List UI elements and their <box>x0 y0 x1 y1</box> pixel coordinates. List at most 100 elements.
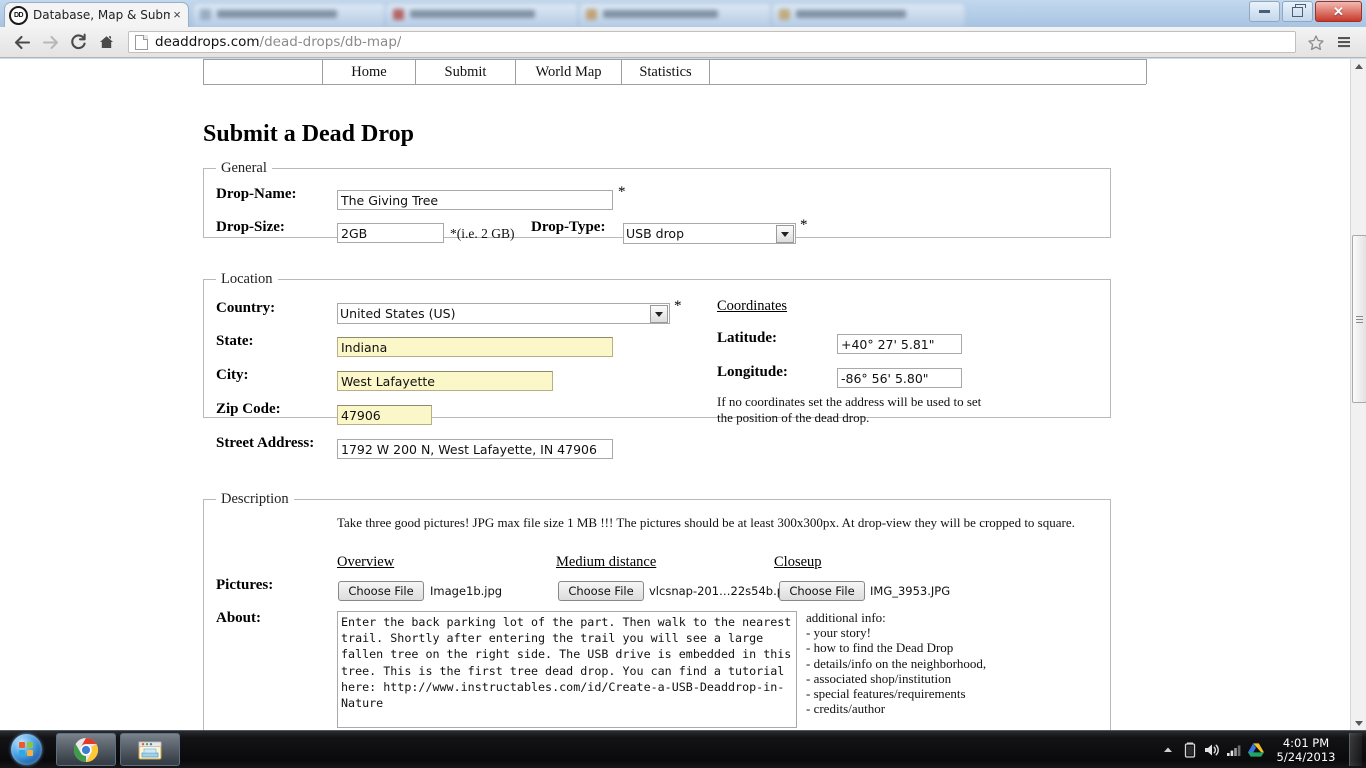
site-nav-item-submit[interactable]: Submit <box>415 59 516 84</box>
location-legend: Location <box>221 271 273 287</box>
additional-info-item: - details/info on the neighborhood, <box>806 655 987 671</box>
url-host: deaddrops.com <box>155 34 260 50</box>
site-nav-item-home[interactable]: Home <box>322 59 416 84</box>
browser-tab-background-1[interactable] <box>192 2 387 27</box>
browser-toolbar: deaddrops.com/dead-drops/db-map/ <box>0 27 1366 58</box>
site-nav-item-statistics[interactable]: Statistics <box>621 59 710 84</box>
choose-file-button-overview[interactable]: Choose File <box>338 581 424 601</box>
windows-start-orb-icon <box>10 734 42 765</box>
chevron-up-icon <box>1354 64 1363 69</box>
clock-date: 5/24/2013 <box>1276 749 1336 764</box>
additional-info-item: - how to find the Dead Drop <box>806 640 954 656</box>
show-hidden-icons-button[interactable] <box>1157 735 1179 765</box>
about-label: About: <box>216 610 262 626</box>
chevron-up-icon <box>1164 747 1172 752</box>
file-explorer-taskbar-button[interactable] <box>120 733 180 766</box>
drop-type-select[interactable]: USB drop <box>623 223 796 244</box>
scrollbar-thumb[interactable] <box>1352 235 1366 403</box>
drop-size-hint: *(i.e. 2 GB) <box>450 226 515 241</box>
browser-window: DD Database, Map & Submit × ✕ deaddrops.… <box>0 0 1366 731</box>
restore-icon <box>1292 3 1306 17</box>
reload-button[interactable] <box>64 29 92 55</box>
page-scrollbar[interactable] <box>1350 59 1366 731</box>
show-desktop-button[interactable] <box>1349 733 1362 766</box>
column-header-medium-distance: Medium distance <box>556 554 657 570</box>
bookmark-button[interactable] <box>1302 29 1330 55</box>
longitude-input[interactable] <box>837 368 962 388</box>
additional-info-item: - special features/requirements <box>806 686 966 702</box>
battery-button[interactable] <box>1179 735 1201 765</box>
file-name-medium: vlcsnap-201…22s54b.p <box>649 584 785 598</box>
tab-close-icon[interactable]: × <box>170 8 184 22</box>
tab-title-blurred <box>217 10 337 18</box>
folder-icon <box>138 741 162 759</box>
close-window-button[interactable]: ✕ <box>1315 1 1362 22</box>
volume-icon <box>1205 744 1219 755</box>
system-tray: 4:01 PM 5/24/2013 <box>1157 731 1366 768</box>
browser-tab-background-3[interactable] <box>578 2 773 27</box>
network-signal-icon <box>1227 744 1241 756</box>
column-header-closeup: Closeup <box>774 554 822 570</box>
site-nav-item-world-map[interactable]: World Map <box>515 59 622 84</box>
latitude-label: Latitude: <box>717 330 777 346</box>
state-input[interactable] <box>337 337 613 357</box>
browser-tab-background-2[interactable] <box>385 2 580 27</box>
drop-size-label: Drop-Size: <box>216 219 285 235</box>
network-button[interactable] <box>1223 735 1245 765</box>
coordinates-hint: If no coordinates set the address will b… <box>717 394 982 425</box>
drop-type-select-wrapper: USB drop <box>623 223 796 244</box>
battery-icon <box>1184 742 1196 758</box>
browser-tab-background-4[interactable] <box>771 2 966 27</box>
street-address-input[interactable] <box>337 439 613 459</box>
back-button[interactable] <box>8 29 36 55</box>
scroll-up-button[interactable] <box>1351 59 1366 74</box>
windows-flag-icon <box>18 742 34 757</box>
additional-info-item: - credits/author <box>806 701 886 717</box>
volume-button[interactable] <box>1201 735 1223 765</box>
home-button[interactable] <box>92 29 120 55</box>
drop-size-input[interactable] <box>337 223 444 243</box>
zip-code-input[interactable] <box>337 405 432 425</box>
page-viewport: Home Submit World Map Statistics Submit … <box>0 59 1366 731</box>
reload-icon <box>70 33 86 50</box>
clock-time: 4:01 PM <box>1282 735 1330 750</box>
tab-favicon-icon <box>586 9 597 20</box>
country-select[interactable]: United States (US) <box>337 303 670 324</box>
pictures-hint: Take three good pictures! JPG max file s… <box>337 515 1075 530</box>
site-navigation: Home Submit World Map Statistics <box>203 59 1147 85</box>
restore-button[interactable] <box>1282 1 1313 22</box>
chevron-down-icon <box>1354 721 1363 726</box>
country-select-wrapper: United States (US) <box>337 303 670 324</box>
start-button[interactable] <box>0 732 52 767</box>
column-header-overview: Overview <box>337 554 395 570</box>
drop-name-required-marker: * <box>618 184 626 200</box>
address-bar[interactable]: deaddrops.com/dead-drops/db-map/ <box>128 31 1296 53</box>
country-required-marker: * <box>674 298 682 314</box>
forward-button[interactable] <box>36 29 64 55</box>
chrome-taskbar-button[interactable] <box>56 733 116 766</box>
about-textarea[interactable]: Enter the back parking lot of the part. … <box>337 611 797 728</box>
bookmark-star-icon <box>1308 34 1324 50</box>
chrome-icon <box>73 737 99 762</box>
chrome-menu-button[interactable] <box>1330 29 1358 55</box>
choose-file-button-medium[interactable]: Choose File <box>558 581 644 601</box>
browser-tab-active[interactable]: DD Database, Map & Submit × <box>4 2 189 27</box>
google-drive-button[interactable] <box>1245 735 1267 765</box>
minimize-button[interactable] <box>1249 1 1280 22</box>
tab-strip: DD Database, Map & Submit × <box>0 0 1366 27</box>
additional-info-item: additional info: <box>806 610 886 625</box>
description-legend: Description <box>221 491 289 507</box>
choose-file-button-closeup[interactable]: Choose File <box>779 581 865 601</box>
latitude-input[interactable] <box>837 334 962 354</box>
windows-taskbar: 4:01 PM 5/24/2013 <box>0 730 1366 768</box>
google-drive-icon <box>1248 742 1264 757</box>
drop-name-label: Drop-Name: <box>216 186 297 202</box>
additional-info-list: additional info: - your story! - how to … <box>806 610 1006 716</box>
tab-title-blurred <box>796 10 906 18</box>
drop-name-input[interactable] <box>337 190 613 210</box>
additional-info-item: - your story! <box>806 625 871 641</box>
scroll-down-button[interactable] <box>1351 716 1366 731</box>
city-input[interactable] <box>337 371 553 391</box>
taskbar-clock[interactable]: 4:01 PM 5/24/2013 <box>1267 736 1345 764</box>
tab-favicon-icon <box>779 9 790 20</box>
